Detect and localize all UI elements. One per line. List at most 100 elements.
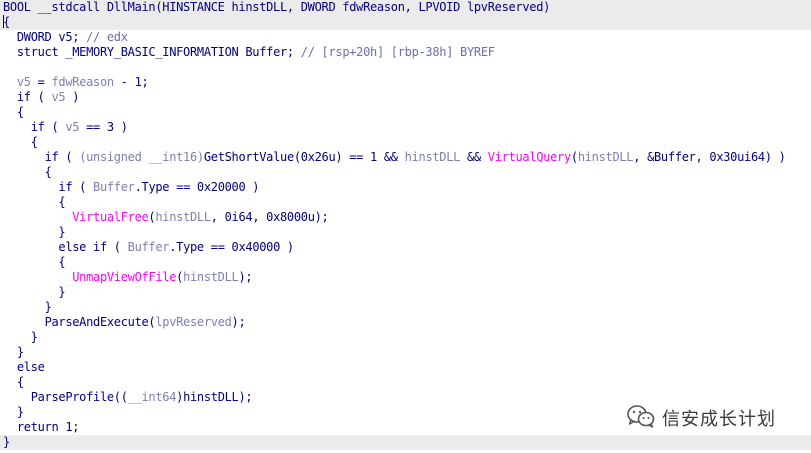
code-line[interactable] xyxy=(0,60,811,75)
code-token[interactable]: ) xyxy=(65,90,79,104)
code-line[interactable]: { xyxy=(0,375,811,390)
code-line[interactable]: { xyxy=(0,165,811,180)
code-token[interactable]: } xyxy=(58,285,65,299)
watermark: 信安成长计划 xyxy=(626,404,776,432)
code-token[interactable]: } xyxy=(17,345,24,359)
code-token[interactable]: , &Buffer, 0x30ui64) ) xyxy=(633,150,786,164)
code-line[interactable]: else xyxy=(0,360,811,375)
pseudocode-view[interactable]: BOOL __stdcall DllMain(HINSTANCE hinstDL… xyxy=(0,0,811,450)
code-token[interactable]: DWORD v5; xyxy=(17,30,86,44)
code-token[interactable]: } xyxy=(31,330,38,344)
code-line[interactable]: ParseAndExecute(lpvReserved); xyxy=(0,315,811,330)
code-line[interactable]: ParseProfile((__int64)hinstDLL); xyxy=(0,390,811,405)
function-call-token[interactable]: VirtualFree xyxy=(72,210,148,224)
code-line[interactable]: { xyxy=(0,105,811,120)
code-token[interactable]: return 1; xyxy=(17,420,80,434)
code-line[interactable]: if ( Buffer.Type == 0x20000 ) xyxy=(0,180,811,195)
code-line[interactable]: BOOL __stdcall DllMain(HINSTANCE hinstDL… xyxy=(0,0,811,15)
code-line[interactable]: { xyxy=(0,135,811,150)
code-line[interactable]: DWORD v5; // edx xyxy=(0,30,811,45)
code-line[interactable]: UnmapViewOfFile(hinstDLL); xyxy=(0,270,811,285)
code-token[interactable]: else xyxy=(17,360,45,374)
code-token[interactable]: { xyxy=(3,15,10,29)
variable-token[interactable]: hinstDLL xyxy=(578,150,634,164)
variable-token[interactable]: v5 xyxy=(17,75,31,89)
code-token[interactable]: BOOL __stdcall DllMain(HINSTANCE hinstDL… xyxy=(3,0,550,14)
code-line[interactable]: struct _MEMORY_BASIC_INFORMATION Buffer;… xyxy=(0,45,811,60)
variable-token[interactable]: v5 xyxy=(51,90,65,104)
variable-token[interactable]: lpvReserved xyxy=(155,315,231,329)
code-token[interactable]: ParseProfile(( xyxy=(31,390,128,404)
code-token[interactable]: else if ( xyxy=(58,240,127,254)
code-token[interactable]: struct _MEMORY_BASIC_INFORMATION Buffer; xyxy=(17,45,301,59)
code-token[interactable]: .Type == 0x20000 ) xyxy=(135,180,260,194)
code-token[interactable]: .Type == 0x40000 ) xyxy=(169,240,294,254)
variable-token[interactable]: hinstDLL xyxy=(183,270,239,284)
code-line[interactable]: if ( v5 == 3 ) xyxy=(0,120,811,135)
variable-token[interactable]: v5 xyxy=(65,120,79,134)
code-token[interactable]: - 1; xyxy=(114,75,149,89)
code-token[interactable]: ( xyxy=(571,150,578,164)
code-token[interactable]: ); xyxy=(232,315,246,329)
code-token[interactable]: = xyxy=(31,75,52,89)
variable-token[interactable]: (unsigned __int16) xyxy=(79,150,204,164)
code-token[interactable]: ); xyxy=(238,270,252,284)
variable-token[interactable]: fdwReason xyxy=(52,75,115,89)
code-token[interactable]: if ( xyxy=(45,150,80,164)
code-token[interactable]: { xyxy=(45,165,52,179)
code-line[interactable]: if ( (unsigned __int16)GetShortValue(0x2… xyxy=(0,150,811,165)
code-line[interactable]: else if ( Buffer.Type == 0x40000 ) xyxy=(0,240,811,255)
code-token[interactable]: == 3 ) xyxy=(79,120,128,134)
code-line[interactable]: } xyxy=(0,225,811,240)
code-token[interactable]: { xyxy=(58,195,65,209)
code-token[interactable]: } xyxy=(58,225,65,239)
variable-token[interactable]: hinstDLL xyxy=(155,210,211,224)
variable-token[interactable]: hinstDLL xyxy=(405,150,461,164)
code-token[interactable]: if ( xyxy=(31,120,66,134)
code-line[interactable]: } xyxy=(0,300,811,315)
variable-token[interactable]: Buffer xyxy=(93,180,135,194)
code-token[interactable]: { xyxy=(31,135,38,149)
code-token[interactable]: , 0i64, 0x8000u); xyxy=(211,210,329,224)
code-line[interactable]: { xyxy=(0,255,811,270)
code-line[interactable]: } xyxy=(0,435,811,450)
code-line[interactable]: if ( v5 ) xyxy=(0,90,811,105)
code-line[interactable]: v5 = fdwReason - 1; xyxy=(0,75,811,90)
function-call-token[interactable]: UnmapViewOfFile xyxy=(72,270,176,284)
variable-token[interactable]: Buffer xyxy=(128,240,170,254)
code-token[interactable]: )hinstDLL); xyxy=(176,390,252,404)
comment-token: // edx xyxy=(86,30,128,44)
code-token[interactable]: } xyxy=(17,405,24,419)
code-line[interactable]: { xyxy=(0,195,811,210)
code-token[interactable]: } xyxy=(45,300,52,314)
code-line[interactable]: } xyxy=(0,345,811,360)
code-line[interactable]: } xyxy=(0,330,811,345)
code-token[interactable]: ParseAndExecute( xyxy=(45,315,156,329)
code-line[interactable]: } xyxy=(0,285,811,300)
function-call-token[interactable]: VirtualQuery xyxy=(488,150,571,164)
code-token[interactable]: && xyxy=(460,150,488,164)
code-token[interactable]: } xyxy=(3,435,10,449)
code-token[interactable]: if ( xyxy=(58,180,93,194)
code-token[interactable]: if ( xyxy=(17,90,52,104)
code-token[interactable]: { xyxy=(17,105,24,119)
code-token[interactable]: GetShortValue(0x26u) == 1 && xyxy=(204,150,405,164)
code-line[interactable]: { xyxy=(0,15,811,30)
variable-token[interactable]: __int64 xyxy=(128,390,177,404)
code-line[interactable]: VirtualFree(hinstDLL, 0i64, 0x8000u); xyxy=(0,210,811,225)
code-token[interactable]: { xyxy=(58,255,65,269)
code-token[interactable]: { xyxy=(17,375,24,389)
